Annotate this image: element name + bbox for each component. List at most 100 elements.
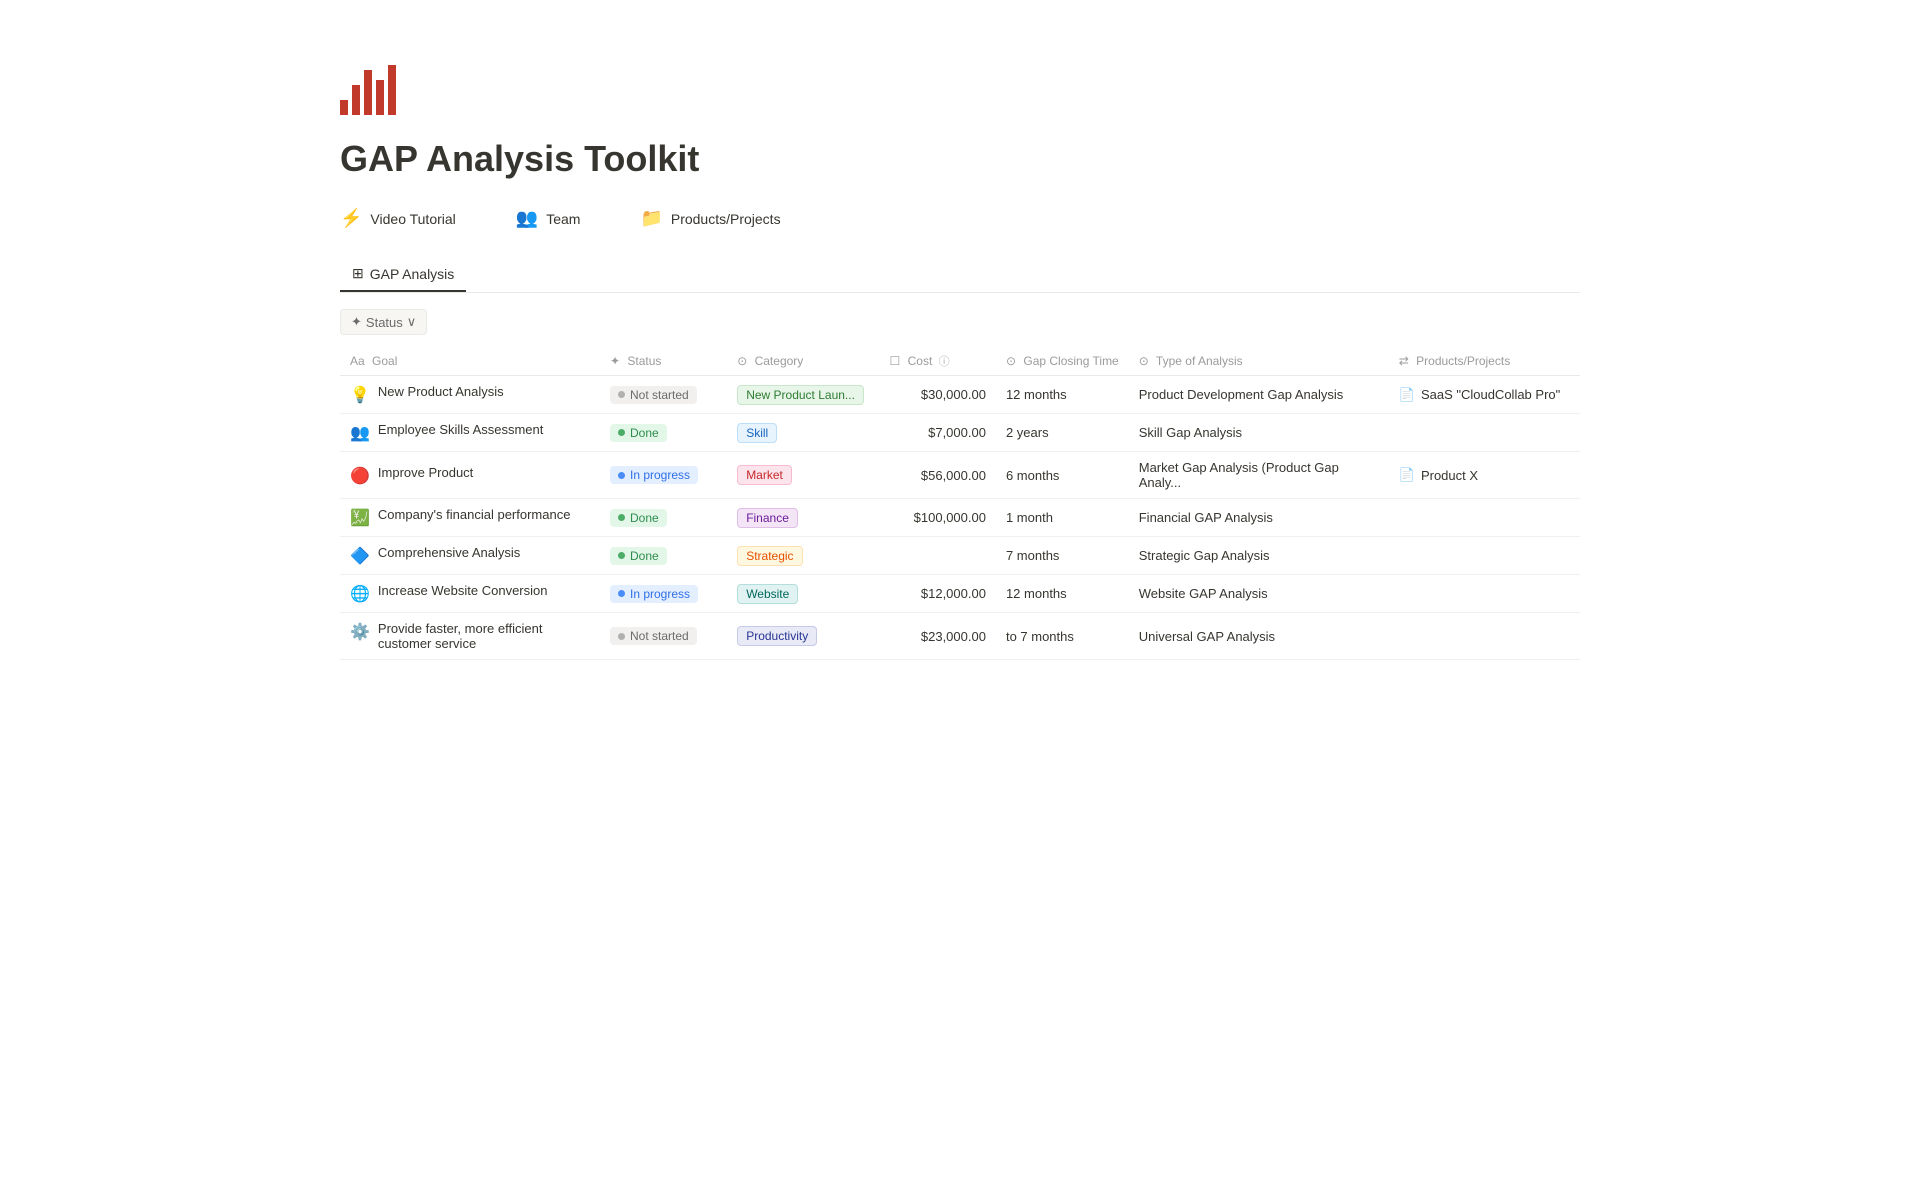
table-row[interactable]: 🌐Increase Website Conversion In progress W… (340, 575, 1580, 613)
lightning-icon: ⚡ (340, 208, 362, 229)
category-cell: Productivity (727, 613, 879, 660)
filter-label: Status (366, 315, 403, 330)
products-projects-cell: 📄 Product X (1389, 452, 1580, 499)
status-badge: Done (610, 424, 667, 442)
page-title: GAP Analysis Toolkit (340, 138, 1580, 180)
nav-link-video-tutorial[interactable]: ⚡ Video Tutorial (340, 208, 456, 229)
status-dot (618, 472, 625, 479)
goal-icon: 🔷 (350, 546, 370, 566)
goal-text: Company's financial performance (378, 507, 571, 522)
gap-analysis-table: Aa Goal ✦ Status ⊙ Category ☐ Cost ⓘ (340, 347, 1580, 660)
page-container: GAP Analysis Toolkit ⚡ Video Tutorial 👥 … (260, 0, 1660, 740)
goal-icon: 👥 (350, 423, 370, 443)
products-col-icon: ⇄ (1399, 354, 1409, 368)
nav-link-team[interactable]: 👥 Team (516, 208, 581, 229)
products-projects-cell (1389, 537, 1580, 575)
nav-label-video-tutorial: Video Tutorial (370, 211, 455, 227)
nav-link-products-projects[interactable]: 📁 Products/Projects (640, 208, 780, 229)
goal-text: Employee Skills Assessment (378, 422, 543, 437)
product-cell: 📄SaaS "CloudCollab Pro" (1399, 387, 1570, 403)
type-analysis-cell: Universal GAP Analysis (1129, 613, 1389, 660)
nav-links: ⚡ Video Tutorial 👥 Team 📁 Products/Proje… (340, 208, 1580, 229)
type-col-icon: ⊙ (1139, 354, 1149, 368)
category-badge: Strategic (737, 546, 802, 566)
team-icon: 👥 (516, 208, 538, 229)
gap-closing-cell: 2 years (996, 414, 1129, 452)
aa-icon: Aa (350, 354, 365, 368)
gap-closing-cell: to 7 months (996, 613, 1129, 660)
filter-bar: ✦ Status ∨ (340, 309, 1580, 335)
document-icon: 📄 (1399, 467, 1415, 483)
status-dot (618, 429, 625, 436)
status-col-icon: ✦ (610, 354, 620, 368)
products-projects-cell: 📄SaaS "CloudCollab Pro" (1389, 376, 1580, 414)
category-cell: Market (727, 452, 879, 499)
products-projects-cell (1389, 499, 1580, 537)
col-header-products-projects: ⇄ Products/Projects (1389, 347, 1580, 376)
status-dot (618, 391, 625, 398)
table-row[interactable]: 💡 New Product Analysis Not started New Prod… (340, 376, 1580, 414)
status-cell: Done (600, 414, 727, 452)
goal-cell: 🌐Increase Website Conversion (340, 575, 600, 613)
tab-gap-analysis[interactable]: ⊞ GAP Analysis (340, 257, 466, 292)
status-badge: Not started (610, 627, 697, 645)
folder-icon: 📁 (640, 208, 662, 229)
type-analysis-cell: Market Gap Analysis (Product Gap Analy..… (1129, 452, 1389, 499)
status-cell: Done (600, 537, 727, 575)
table-row[interactable]: ⚙️Provide faster, more efficient custome… (340, 613, 1580, 660)
status-badge: Not started (610, 386, 697, 404)
table-row[interactable]: 👥Employee Skills AssessmentDoneSkill$7,0… (340, 414, 1580, 452)
cost-cell: $56,000.00 (880, 452, 996, 499)
col-header-status: ✦ Status (600, 347, 727, 376)
status-badge: In progress (610, 585, 698, 603)
nav-label-products-projects: Products/Projects (671, 211, 781, 227)
cost-cell: $30,000.00 (880, 376, 996, 414)
table-row[interactable]: 🔴 Improve Product In progressMarket$56,000… (340, 452, 1580, 499)
status-cell: In progress (600, 452, 727, 499)
goal-text: Provide faster, more efficient customer … (378, 621, 590, 651)
goal-text: New Product Analysis (378, 384, 504, 399)
goal-cell: 💡 New Product Analysis (340, 376, 600, 414)
col-header-type-analysis: ⊙ Type of Analysis (1129, 347, 1389, 376)
category-badge: New Product Laun... (737, 385, 864, 405)
col-header-gap-closing: ⊙ Gap Closing Time (996, 347, 1129, 376)
product-name: Product X (1421, 468, 1478, 483)
goal-icon: 💹 (350, 508, 370, 528)
gap-closing-cell: 7 months (996, 537, 1129, 575)
goal-icon: 🔴 (350, 466, 370, 486)
goal-text: Increase Website Conversion (378, 583, 548, 598)
col-header-category: ⊙ Category (727, 347, 879, 376)
tab-grid-icon: ⊞ (352, 265, 364, 282)
table-body: 💡 New Product Analysis Not started New Prod… (340, 376, 1580, 660)
goal-text: Improve Product (378, 465, 473, 480)
gap-closing-cell: 12 months (996, 376, 1129, 414)
table-row[interactable]: 💹Company's financial performanceDoneFina… (340, 499, 1580, 537)
type-analysis-cell: Strategic Gap Analysis (1129, 537, 1389, 575)
products-projects-cell (1389, 575, 1580, 613)
cost-info-icon: ⓘ (939, 356, 950, 368)
col-header-goal: Aa Goal (340, 347, 600, 376)
cost-col-icon: ☐ (890, 354, 901, 368)
gap-closing-cell: 1 month (996, 499, 1129, 537)
gap-col-icon: ⊙ (1006, 354, 1016, 368)
status-cell: Not started (600, 613, 727, 660)
cost-cell: $7,000.00 (880, 414, 996, 452)
table-row[interactable]: 🔷 Comprehensive Analysis Done Strategic 7 mo… (340, 537, 1580, 575)
status-cell: In progress (600, 575, 727, 613)
goal-text: Comprehensive Analysis (378, 545, 520, 560)
status-dot (618, 590, 625, 597)
status-dot (618, 514, 625, 521)
status-filter-button[interactable]: ✦ Status ∨ (340, 309, 427, 335)
status-dot (618, 633, 625, 640)
category-cell: Website (727, 575, 879, 613)
category-cell: Strategic (727, 537, 879, 575)
cost-cell: $12,000.00 (880, 575, 996, 613)
products-projects-cell (1389, 414, 1580, 452)
table-header-row: Aa Goal ✦ Status ⊙ Category ☐ Cost ⓘ (340, 347, 1580, 376)
cost-cell: $100,000.00 (880, 499, 996, 537)
goal-icon: 💡 (350, 385, 370, 405)
gap-closing-cell: 12 months (996, 575, 1129, 613)
type-analysis-cell: Product Development Gap Analysis (1129, 376, 1389, 414)
goal-cell: 🔷 Comprehensive Analysis (340, 537, 600, 575)
product-name: SaaS "CloudCollab Pro" (1421, 387, 1560, 402)
